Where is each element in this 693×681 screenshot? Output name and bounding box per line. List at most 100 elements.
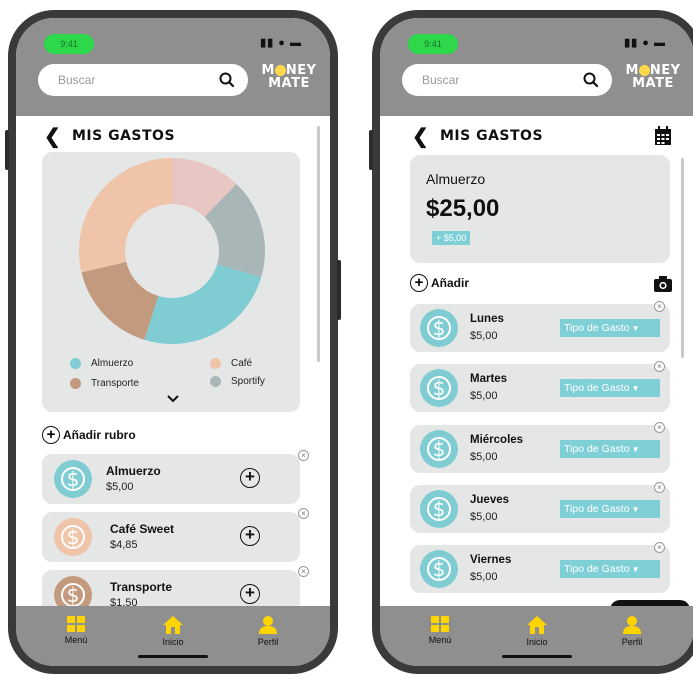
plus-circle-icon: + (410, 274, 428, 292)
home-icon (527, 616, 547, 634)
day-expense-card[interactable]: $ Martes $5,00 Tipo de Gasto ▼ (410, 364, 670, 412)
tab-label: Inicio (162, 637, 184, 647)
close-icon[interactable]: × (298, 508, 309, 519)
day-amount: $5,00 (470, 330, 498, 342)
day-name: Miércoles (470, 434, 524, 446)
search-icon[interactable] (218, 71, 236, 89)
tab-menu[interactable]: Menú (46, 616, 106, 645)
day-expense-card[interactable]: $ Jueves $5,00 Tipo de Gasto ▼ (410, 485, 670, 533)
scrollbar[interactable] (681, 158, 684, 358)
status-time: 9:41 (44, 34, 94, 54)
legend-item-cafe: Café (210, 358, 252, 369)
status-icons: ▮▮ ● ▬ (260, 37, 302, 49)
day-expense-card[interactable]: $ Viernes $5,00 Tipo de Gasto ▼ (410, 545, 670, 593)
home-indicator (138, 655, 208, 658)
bottom-tab-bar: Menú Inicio Perfil (16, 606, 330, 666)
chevron-left-icon[interactable]: ❮ (44, 127, 61, 147)
legend-item-sportify: Sportify (210, 376, 265, 387)
status-icons: ▮▮ ● ▬ (624, 37, 666, 49)
day-name: Jueves (470, 494, 510, 506)
summary-total: $25,00 (426, 195, 500, 222)
expense-card[interactable]: $ Café Sweet $4,85 + (42, 512, 300, 562)
chevron-left-icon[interactable]: ❮ (412, 127, 429, 147)
expense-type-select[interactable]: Tipo de Gasto ▼ (560, 560, 660, 578)
summary-name: Almuerzo (426, 171, 486, 187)
add-expense-button[interactable]: + (240, 584, 260, 604)
close-icon[interactable]: × (654, 482, 665, 493)
expense-card[interactable]: $ Almuerzo $5,00 + (42, 454, 300, 504)
search-input[interactable]: Buscar (38, 64, 248, 96)
close-icon[interactable]: × (298, 566, 309, 577)
screen-expense-overview: 9:41 ▮▮ ● ▬ Buscar M NEY MATE ❮ MIS GASTO… (16, 18, 330, 666)
expense-name: Almuerzo (106, 464, 161, 478)
expense-amount: $5,00 (106, 481, 134, 493)
day-amount: $5,00 (470, 571, 498, 583)
expense-type-select[interactable]: Tipo de Gasto ▼ (560, 440, 660, 458)
moneymate-logo: M NEY MATE (625, 63, 681, 91)
dollar-icon: $ (54, 460, 92, 498)
camera-icon[interactable] (654, 276, 672, 292)
expense-type-select[interactable]: Tipo de Gasto ▼ (560, 319, 660, 337)
search-input[interactable]: Buscar (402, 64, 612, 96)
tab-label: Inicio (526, 637, 548, 647)
close-icon[interactable]: × (654, 422, 665, 433)
day-name: Martes (470, 373, 508, 385)
donut-slice-caf (79, 158, 172, 273)
add-entry-label: Añadir (431, 276, 470, 290)
add-expense-button[interactable]: + (240, 468, 260, 488)
page-title: MIS GASTOS (72, 128, 176, 144)
home-indicator (502, 655, 572, 658)
title-row: ❮ MIS GASTOS (412, 126, 672, 150)
expense-type-select[interactable]: Tipo de Gasto ▼ (560, 500, 660, 518)
screen-expense-detail: 9:41 ▮▮ ● ▬ Buscar M NEY MATE ❮ MIS GASTO… (380, 18, 693, 666)
tab-label: Perfil (257, 637, 279, 647)
expense-amount: $4,85 (110, 539, 138, 551)
status-time: 9:41 (408, 34, 458, 54)
donut-chart (79, 158, 265, 344)
tab-label: Menú (64, 635, 88, 645)
chevron-down-icon[interactable] (167, 394, 179, 404)
plus-circle-icon: + (42, 426, 60, 444)
close-icon[interactable]: × (654, 542, 665, 553)
add-category-button[interactable]: + Añadir rubro (42, 426, 136, 448)
calendar-icon[interactable] (654, 126, 672, 146)
day-amount: $5,00 (470, 511, 498, 523)
search-placeholder: Buscar (422, 73, 460, 87)
dollar-icon: $ (54, 518, 92, 556)
phone-left: 9:41 ▮▮ ● ▬ Buscar M NEY MATE ❮ MIS GASTO… (5, 10, 341, 674)
close-icon[interactable]: × (298, 450, 309, 461)
search-placeholder: Buscar (58, 73, 96, 87)
tab-profile[interactable]: Perfil (238, 616, 298, 647)
add-entry-button[interactable]: + Añadir (410, 274, 469, 296)
page-title: MIS GASTOS (440, 128, 544, 144)
donut-slice-transporte (81, 261, 159, 340)
title-row: ❮ MIS GASTOS (44, 126, 308, 150)
tab-profile[interactable]: Perfil (602, 616, 662, 647)
tab-menu[interactable]: Menú (410, 616, 470, 645)
dollar-icon: $ (420, 550, 458, 588)
expense-name: Transporte (110, 580, 173, 594)
donut-slice-almuerzo (144, 264, 262, 344)
add-expense-button[interactable]: + (240, 526, 260, 546)
day-expense-card[interactable]: $ Miércoles $5,00 Tipo de Gasto ▼ (410, 425, 670, 473)
scrollbar[interactable] (317, 126, 320, 362)
tab-home[interactable]: Inicio (143, 616, 203, 647)
user-icon (259, 616, 277, 634)
dollar-icon: $ (420, 430, 458, 468)
app-header: 9:41 ▮▮ ● ▬ Buscar M NEY MATE (380, 18, 693, 116)
summary-card: Almuerzo $25,00 + $5,00 (410, 155, 670, 263)
close-icon[interactable]: × (654, 301, 665, 312)
phone-right: 9:41 ▮▮ ● ▬ Buscar M NEY MATE ❮ MIS GASTO… (369, 10, 693, 674)
day-expense-card[interactable]: $ Lunes $5,00 Tipo de Gasto ▼ (410, 304, 670, 352)
mockup-stage: 9:41 ▮▮ ● ▬ Buscar M NEY MATE ❮ MIS GASTO… (0, 0, 693, 681)
dollar-icon: $ (420, 490, 458, 528)
expense-type-select[interactable]: Tipo de Gasto ▼ (560, 379, 660, 397)
day-name: Lunes (470, 313, 504, 325)
moneymate-logo: M NEY MATE (261, 63, 317, 91)
bottom-tab-bar: Menú Inicio Perfil (380, 606, 693, 666)
close-icon[interactable]: × (654, 361, 665, 372)
tab-home[interactable]: Inicio (507, 616, 567, 647)
dollar-icon: $ (420, 369, 458, 407)
day-amount: $5,00 (470, 390, 498, 402)
search-icon[interactable] (582, 71, 600, 89)
